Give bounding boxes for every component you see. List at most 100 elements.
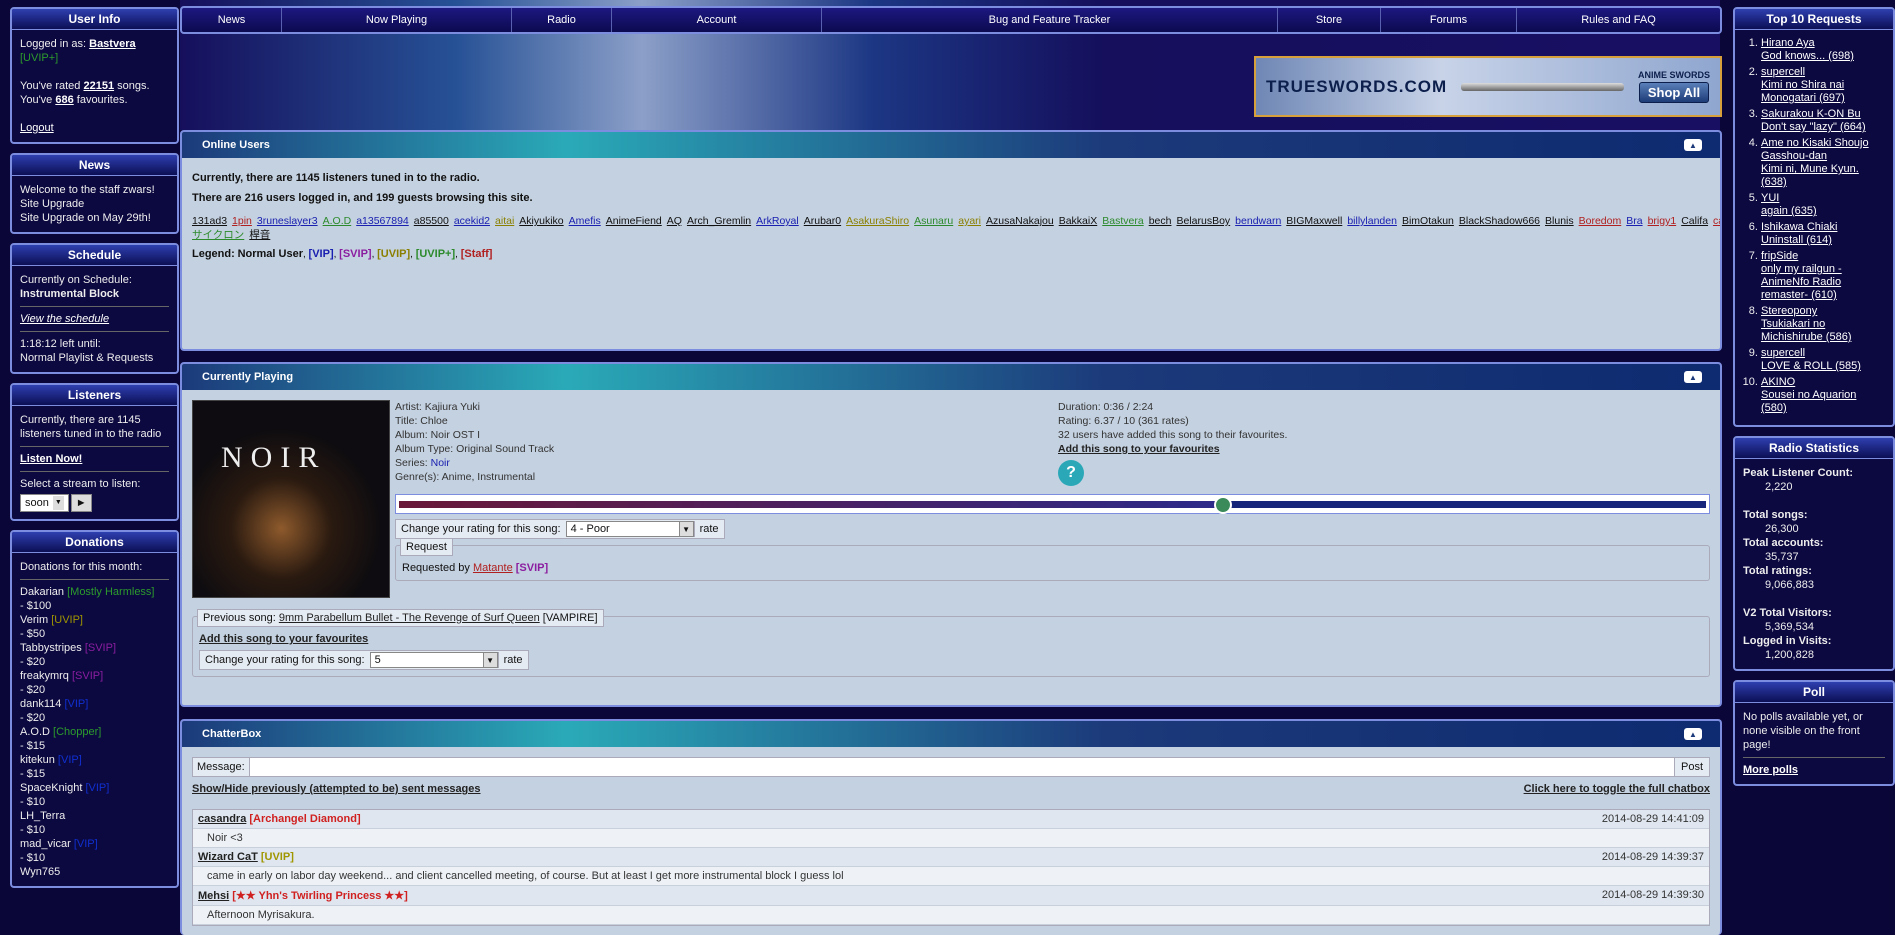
- online-user[interactable]: billylanden: [1347, 215, 1397, 227]
- progress-knob[interactable]: [1214, 496, 1233, 514]
- top10-item[interactable]: Sakurakou K-ON BuDon't say "lazy" (664): [1761, 108, 1885, 134]
- top10-item[interactable]: fripSideonly my railgun -AnimeNfo Radio …: [1761, 250, 1885, 302]
- prev-rating-select[interactable]: 5 ▼: [369, 652, 498, 668]
- top10-song[interactable]: God knows... (698): [1761, 50, 1854, 62]
- top10-item[interactable]: supercellLOVE & ROLL (585): [1761, 347, 1885, 373]
- top10-item[interactable]: Ishikawa ChiakiUninstall (614): [1761, 221, 1885, 247]
- nav-bug-tracker[interactable]: Bug and Feature Tracker: [822, 8, 1278, 32]
- online-user[interactable]: AnimeFiend: [606, 215, 662, 227]
- news-item[interactable]: Site Upgrade: [20, 197, 169, 211]
- news-item[interactable]: Welcome to the staff zwars!: [20, 183, 169, 197]
- rate-button[interactable]: rate: [693, 521, 724, 537]
- top10-artist[interactable]: Stereopony: [1761, 305, 1817, 317]
- top10-song[interactable]: Sousei no Aquarion (580): [1761, 389, 1856, 414]
- online-user[interactable]: Bastvera: [1102, 215, 1143, 227]
- nav-now-playing[interactable]: Now Playing: [282, 8, 512, 32]
- top10-song[interactable]: LOVE & ROLL (585): [1761, 360, 1861, 372]
- help-icon[interactable]: ?: [1058, 460, 1084, 486]
- requester-link[interactable]: Matante: [473, 562, 513, 574]
- online-user[interactable]: BimOtakun: [1402, 215, 1454, 227]
- online-user[interactable]: AsakuraShiro: [846, 215, 909, 227]
- post-button[interactable]: Post: [1673, 758, 1709, 776]
- online-user[interactable]: ayari: [958, 215, 981, 227]
- online-user[interactable]: 1pin: [232, 215, 252, 227]
- show-sent-link[interactable]: Show/Hide previously (attempted to be) s…: [192, 783, 481, 795]
- top10-item[interactable]: Hirano AyaGod knows... (698): [1761, 37, 1885, 63]
- top10-artist[interactable]: supercell: [1761, 66, 1805, 78]
- stream-select[interactable]: soon ▼: [20, 494, 69, 512]
- top10-item[interactable]: YUIagain (635): [1761, 192, 1885, 218]
- top10-song[interactable]: Kimi no Shira nai Monogatari (697): [1761, 79, 1845, 104]
- online-user[interactable]: Blunis: [1545, 215, 1574, 227]
- online-user[interactable]: Akiyukiko: [519, 215, 563, 227]
- top10-artist[interactable]: Hirano Aya: [1761, 37, 1815, 49]
- rating-select[interactable]: 4 - Poor ▼: [565, 521, 694, 537]
- top10-song[interactable]: Kimi ni, Mune Kyun. (638): [1761, 163, 1859, 188]
- logout-link[interactable]: Logout: [20, 122, 54, 134]
- more-polls-link[interactable]: More polls: [1743, 764, 1798, 776]
- online-user[interactable]: BlackShadow666: [1459, 215, 1540, 227]
- online-user[interactable]: a85500: [414, 215, 449, 227]
- top10-song[interactable]: Tsukiakari no Michishirube (586): [1761, 318, 1851, 343]
- online-user[interactable]: BelarusBoy: [1176, 215, 1230, 227]
- collapse-icon[interactable]: ▲: [1684, 728, 1702, 740]
- online-user[interactable]: Califa: [1681, 215, 1708, 227]
- collapse-icon[interactable]: ▲: [1684, 371, 1702, 383]
- online-user[interactable]: 3runeslayer3: [257, 215, 318, 227]
- nav-account[interactable]: Account: [612, 8, 822, 32]
- online-user[interactable]: Boredom: [1579, 215, 1622, 227]
- online-user[interactable]: acekid2: [454, 215, 490, 227]
- shop-all-button[interactable]: Shop All: [1638, 82, 1710, 103]
- top10-song[interactable]: Don't say "lazy" (664): [1761, 121, 1866, 133]
- online-user[interactable]: Arubar0: [804, 215, 841, 227]
- add-favourite-link[interactable]: Add this song to your favourites: [1058, 443, 1220, 455]
- top10-item[interactable]: AKINOSousei no Aquarion (580): [1761, 376, 1885, 415]
- add-prev-favourite-link[interactable]: Add this song to your favourites: [199, 633, 368, 645]
- nav-rules-faq[interactable]: Rules and FAQ: [1517, 8, 1720, 32]
- news-item[interactable]: Site Upgrade on May 29th!: [20, 211, 169, 225]
- online-user[interactable]: BakkaiX: [1059, 215, 1098, 227]
- top10-artist[interactable]: YUI: [1761, 192, 1779, 204]
- chat-user-link[interactable]: Wizard CaT: [198, 851, 258, 863]
- fav-count-link[interactable]: 686: [55, 94, 73, 106]
- top10-artist[interactable]: supercell: [1761, 347, 1805, 359]
- top10-song[interactable]: Uninstall (614): [1761, 234, 1832, 246]
- play-stream-button[interactable]: ►: [70, 494, 92, 512]
- online-user[interactable]: a13567894: [356, 215, 409, 227]
- online-user[interactable]: casandra: [1713, 215, 1720, 227]
- online-user[interactable]: Arch_Gremlin: [687, 215, 751, 227]
- top10-artist[interactable]: Ame no Kisaki Shoujo Gasshou-dan: [1761, 137, 1869, 162]
- nav-store[interactable]: Store: [1278, 8, 1381, 32]
- top10-song[interactable]: only my railgun -AnimeNfo Radio remaster…: [1761, 263, 1842, 301]
- series-link[interactable]: Noir: [431, 457, 450, 469]
- online-user[interactable]: brigy1: [1648, 215, 1677, 227]
- top10-song[interactable]: again (635): [1761, 205, 1817, 217]
- top10-item[interactable]: StereoponyTsukiakari no Michishirube (58…: [1761, 305, 1885, 344]
- toggle-chatbox-link[interactable]: Click here to toggle the full chatbox: [1524, 783, 1710, 795]
- chat-user-link[interactable]: Mehsi: [198, 890, 229, 902]
- nav-forums[interactable]: Forums: [1381, 8, 1517, 32]
- listen-now-link[interactable]: Listen Now!: [20, 453, 82, 465]
- online-user[interactable]: Asunaru: [914, 215, 953, 227]
- online-user[interactable]: aitai: [495, 215, 514, 227]
- nav-radio[interactable]: Radio: [512, 8, 612, 32]
- online-user[interactable]: BIGMaxwell: [1286, 215, 1342, 227]
- online-user[interactable]: AzusaNakajou: [986, 215, 1054, 227]
- top10-artist[interactable]: Sakurakou K-ON Bu: [1761, 108, 1861, 120]
- nav-news[interactable]: News: [182, 8, 282, 32]
- rated-count-link[interactable]: 22151: [83, 80, 114, 92]
- online-user[interactable]: AQ: [667, 215, 682, 227]
- view-schedule-link[interactable]: View the schedule: [20, 313, 109, 325]
- top10-item[interactable]: supercellKimi no Shira nai Monogatari (6…: [1761, 66, 1885, 105]
- online-user[interactable]: 131ad3: [192, 215, 227, 227]
- top10-artist[interactable]: Ishikawa Chiaki: [1761, 221, 1837, 233]
- top10-item[interactable]: Ame no Kisaki Shoujo Gasshou-danKimi ni,…: [1761, 137, 1885, 189]
- top10-artist[interactable]: fripSide: [1761, 250, 1798, 262]
- previous-song-link[interactable]: 9mm Parabellum Bullet - The Revenge of S…: [279, 612, 540, 624]
- top10-artist[interactable]: AKINO: [1761, 376, 1795, 388]
- online-user[interactable]: Amefis: [569, 215, 601, 227]
- prev-rate-button[interactable]: rate: [497, 652, 528, 668]
- username-link[interactable]: Bastvera: [89, 38, 135, 50]
- chat-user-link[interactable]: casandra: [198, 813, 246, 825]
- online-user[interactable]: bendwarn: [1235, 215, 1281, 227]
